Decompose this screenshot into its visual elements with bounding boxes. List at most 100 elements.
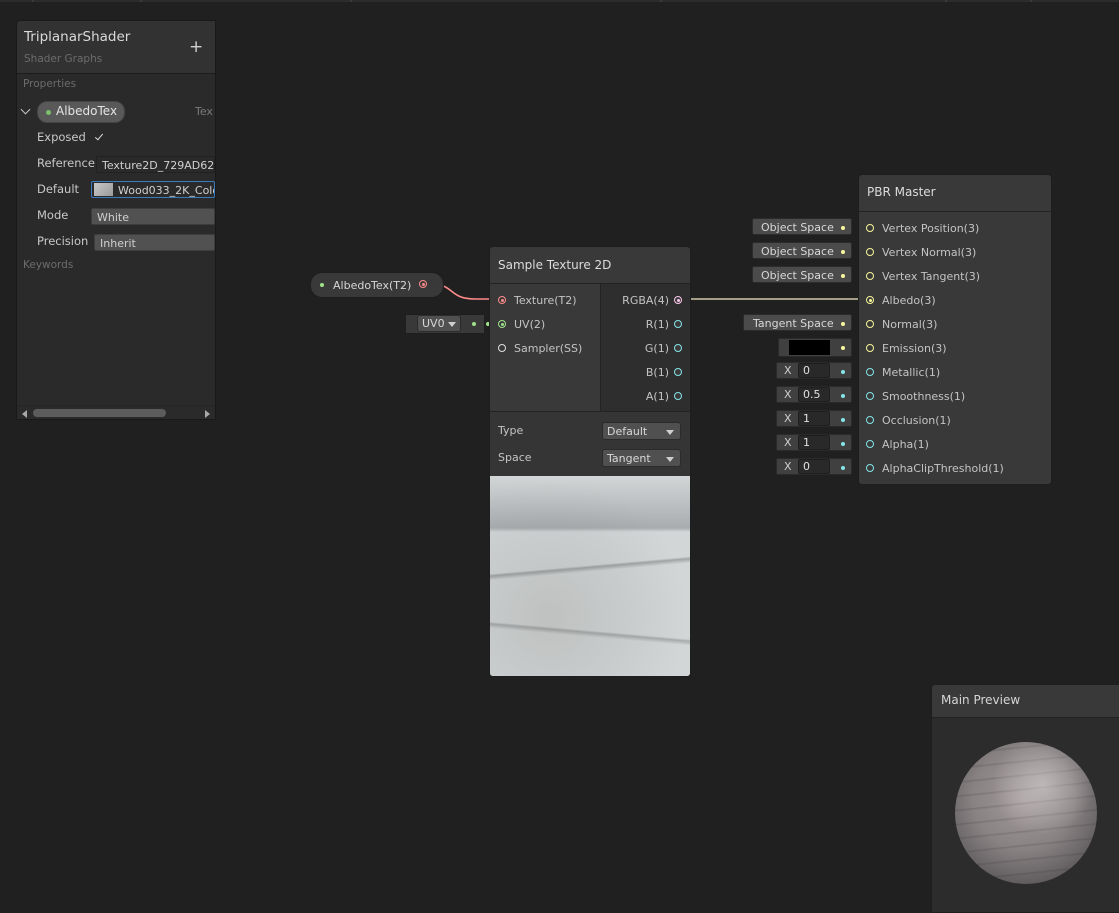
precision-label: Precision — [37, 234, 89, 248]
blackboard-header: TriplanarShader Shader Graphs + — [17, 21, 215, 74]
x-label: X — [784, 412, 792, 425]
input-label: Texture(T2) — [514, 294, 577, 307]
reference-field[interactable]: Texture2D_729AD62 — [96, 156, 215, 173]
scroll-right-icon[interactable] — [205, 410, 210, 418]
port-label: AlphaClipThreshold(1) — [882, 462, 1004, 475]
chevron-down-icon[interactable] — [20, 104, 31, 115]
pbr-master-node[interactable]: PBR Master Vertex Position(3) Vertex Nor… — [858, 174, 1052, 485]
space-value: Tangent — [607, 452, 651, 465]
uv-input-port[interactable] — [498, 320, 506, 328]
port-label: Metallic(1) — [882, 366, 941, 379]
port-label: Occlusion(1) — [882, 414, 951, 427]
node-header[interactable]: PBR Master — [859, 175, 1051, 212]
connector-dot — [841, 250, 845, 254]
port-label: Normal(3) — [882, 318, 938, 331]
properties-header: Properties — [23, 78, 77, 90]
chevron-down-icon — [448, 322, 456, 327]
alpha-clip-threshold-port[interactable] — [866, 464, 874, 472]
occlusion-port[interactable] — [866, 416, 874, 424]
node-title: Sample Texture 2D — [498, 258, 612, 272]
input-label: UV(2) — [514, 318, 546, 331]
connector-dot — [841, 394, 845, 398]
emission-color-swatch[interactable] — [789, 340, 830, 355]
main-preview-viewport[interactable] — [932, 718, 1119, 912]
vertex-normal-port[interactable] — [866, 248, 874, 256]
a-output-port[interactable] — [674, 392, 682, 400]
albedo-port[interactable] — [866, 296, 874, 304]
port-label: Vertex Tangent(3) — [882, 270, 981, 283]
vertex-position-port[interactable] — [866, 224, 874, 232]
chevron-down-icon — [666, 430, 674, 435]
uv-connector-dot — [472, 322, 476, 326]
preview-sphere[interactable] — [955, 742, 1097, 884]
space-chip[interactable]: Object Space — [752, 218, 852, 235]
port-label: Emission(3) — [882, 342, 947, 355]
property-node-albedotex[interactable]: AlbedoTex(T2) — [310, 272, 444, 298]
type-value: Default — [607, 425, 648, 438]
vertex-tangent-port[interactable] — [866, 272, 874, 280]
output-label: A(1) — [645, 390, 669, 403]
smoothness-port[interactable] — [866, 392, 874, 400]
scroll-left-icon[interactable] — [22, 410, 27, 418]
connector-dot — [841, 226, 845, 230]
type-dropdown[interactable]: Default — [602, 422, 681, 440]
g-output-port[interactable] — [674, 344, 682, 352]
normal-port[interactable] — [866, 320, 874, 328]
property-name: AlbedoTex — [56, 104, 118, 118]
default-label: Default — [37, 182, 80, 196]
emission-port[interactable] — [866, 344, 874, 352]
sample-texture-2d-node[interactable]: Sample Texture 2D Texture(T2) UV(2) Samp… — [489, 246, 691, 677]
precision-dropdown[interactable]: Inherit — [94, 234, 215, 251]
property-output-port[interactable] — [419, 280, 427, 288]
connector-dot — [841, 370, 845, 374]
x-label: X — [784, 364, 792, 377]
rgba-output-port[interactable] — [674, 296, 682, 304]
node-header[interactable]: Sample Texture 2D — [490, 247, 690, 284]
reference-label: Reference — [37, 156, 95, 170]
occlusion-value[interactable]: 1 — [798, 411, 830, 426]
exposed-label: Exposed — [37, 130, 86, 144]
alpha-value[interactable]: 1 — [798, 435, 830, 450]
uv-channel-dropdown[interactable]: UV0 — [417, 315, 461, 332]
smoothness-value[interactable]: 0.5 — [798, 387, 830, 402]
x-label: X — [784, 388, 792, 401]
connector-dot — [841, 442, 845, 446]
blackboard-panel: TriplanarShader Shader Graphs + Properti… — [16, 20, 216, 420]
property-pill-albedotex[interactable]: AlbedoTex — [37, 101, 125, 123]
main-preview-header[interactable]: Main Preview — [932, 685, 1119, 718]
output-ports: RGBA(4) R(1) G(1) B(1) A(1) — [600, 284, 690, 411]
add-property-button[interactable]: + — [189, 37, 203, 57]
input-ports: Texture(T2) UV(2) Sampler(SS) — [490, 284, 600, 411]
alpha-port[interactable] — [866, 440, 874, 448]
texture-input-port[interactable] — [498, 296, 506, 304]
space-chip[interactable]: Tangent Space — [743, 314, 852, 331]
blackboard-title: TriplanarShader — [24, 29, 131, 45]
b-output-port[interactable] — [674, 368, 682, 376]
port-label: Vertex Normal(3) — [882, 246, 977, 259]
r-output-port[interactable] — [674, 320, 682, 328]
space-chip[interactable]: Object Space — [752, 266, 852, 283]
horizontal-scrollbar[interactable] — [17, 405, 215, 419]
default-texture-field[interactable]: Wood033_2K_Colo — [91, 181, 215, 198]
port-label: Albedo(3) — [882, 294, 936, 307]
uv-channel-value: UV0 — [422, 317, 445, 330]
metallic-value[interactable]: 0 — [798, 363, 830, 378]
input-label: Sampler(SS) — [514, 342, 583, 355]
space-chip[interactable]: Object Space — [752, 242, 852, 259]
main-preview-panel[interactable]: Main Preview — [931, 684, 1119, 913]
exposed-checkbox[interactable] — [93, 131, 106, 144]
chevron-down-icon — [666, 457, 674, 462]
space-chip-label: Tangent Space — [753, 317, 834, 330]
mode-dropdown[interactable]: White — [91, 208, 215, 225]
scrollbar-thumb[interactable] — [33, 409, 166, 417]
output-label: B(1) — [645, 366, 669, 379]
exposed-dot-icon — [46, 110, 51, 115]
metallic-port[interactable] — [866, 368, 874, 376]
sampler-input-port[interactable] — [498, 344, 506, 352]
alpha-clip-value[interactable]: 0 — [798, 459, 830, 474]
space-dropdown[interactable]: Tangent — [602, 449, 681, 467]
keywords-header: Keywords — [23, 259, 74, 271]
type-label: Type — [498, 424, 524, 437]
mode-label: Mode — [37, 208, 69, 222]
x-label: X — [784, 460, 792, 473]
